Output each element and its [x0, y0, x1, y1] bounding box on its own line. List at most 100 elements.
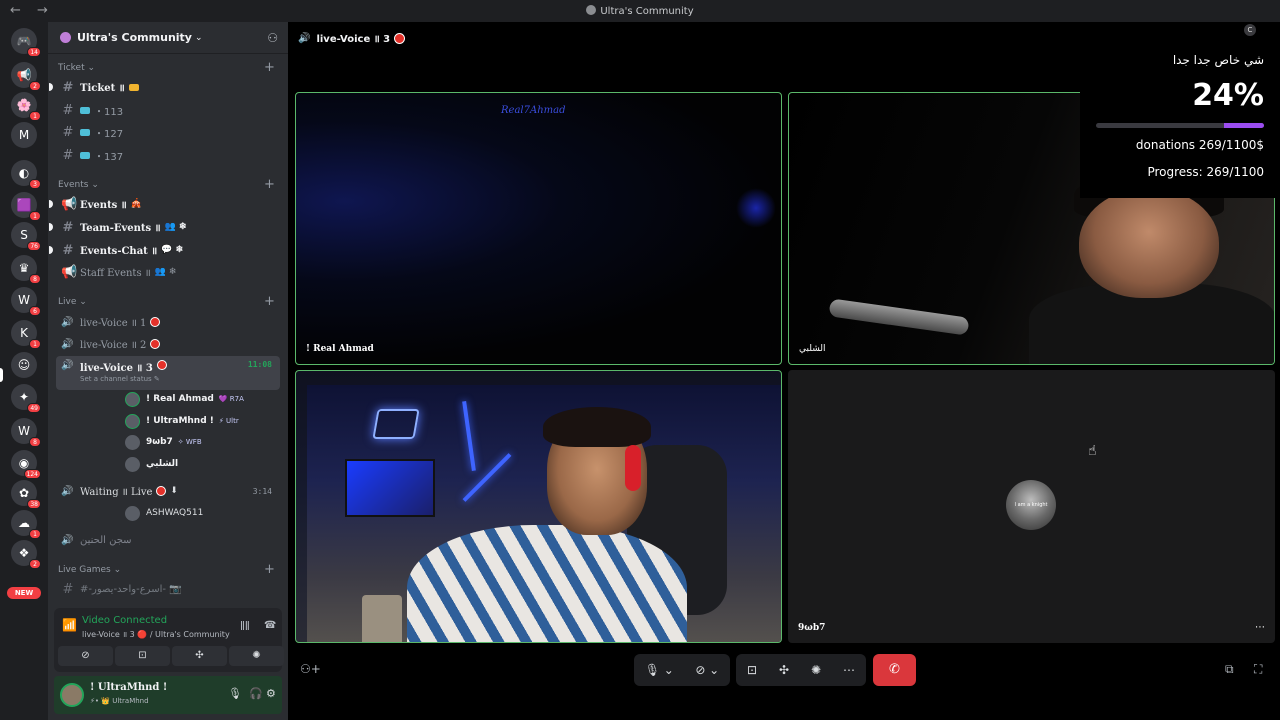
channel-waiting[interactable]: 🔊 Waiting ॥ Live ⬇ 3:14 [56, 481, 280, 501]
server-icon[interactable]: S 76 [11, 222, 41, 251]
server-icon[interactable]: ◉ 124 [11, 450, 41, 479]
mention-badge: 1 [29, 211, 41, 221]
mention-badge: 6 [29, 306, 41, 316]
server-icon[interactable]: 📢 2 [11, 62, 41, 91]
pop-out-icon[interactable]: ⧉ [1225, 662, 1234, 677]
server-icon[interactable]: 🟪 1 [11, 192, 41, 221]
speaker-icon: 🔊 [61, 485, 74, 497]
plus-icon[interactable]: + [264, 177, 275, 192]
more-options-icon[interactable]: ⋯ [1255, 622, 1265, 633]
channel-emoji: 🎪 [130, 199, 143, 209]
channel-label: #-اسرع-واحد-يصور- 📷 [80, 583, 182, 595]
voice-user[interactable]: ASHWAQ511⊘ [125, 503, 323, 523]
ticket-emoji-icon [128, 83, 139, 91]
goal-percent: 24% [1192, 78, 1264, 113]
window-title-text: Ultra's Community [600, 6, 694, 17]
disconnect-icon[interactable]: ☎ [264, 620, 276, 631]
voice-channel-link[interactable]: live-Voice ॥ 3 🔴 / Ultra's Community [82, 629, 230, 640]
megaphone-icon: 📢 [61, 196, 78, 212]
channel-label: سجن الحنين [80, 534, 132, 546]
more-button[interactable]: ⋯ [843, 663, 855, 677]
server-icon[interactable]: ❖ 2 [11, 540, 41, 569]
channel-ticket-127[interactable]: # ・127 [56, 122, 280, 142]
server-icon[interactable]: 🎮 14 [11, 28, 41, 57]
voice-user[interactable]: ! Real Ahmad💜 R7A▬ [125, 389, 324, 409]
channel-ticket-137[interactable]: # ・137 [56, 145, 280, 165]
screen-share-button[interactable]: ⊡ [115, 646, 170, 666]
microphone-icon[interactable]: 🎙 [228, 687, 242, 700]
mention-badge: 1 [29, 339, 41, 349]
channel-status-prompt[interactable]: Set a channel status ✎ [80, 375, 160, 383]
category-live-games[interactable]: Live Games ⌄ + [58, 562, 275, 577]
server-icon[interactable]: ☁ 1 [11, 510, 41, 539]
channel-live-voice-2[interactable]: 🔊 live-Voice ॥ 2 [56, 334, 280, 354]
channel-game[interactable]: # #-اسرع-واحد-يصور- 📷 [56, 579, 280, 599]
fullscreen-icon[interactable]: ⛶ [1254, 662, 1262, 677]
video-tile[interactable] [295, 370, 782, 643]
avatar[interactable] [60, 683, 84, 707]
new-badge[interactable]: NEW [7, 587, 41, 599]
channel-prison[interactable]: 🔊 سجن الحنين [56, 530, 280, 550]
server-icon[interactable]: ♛ 8 [11, 255, 41, 284]
channel-team-events[interactable]: # Team-Events ॥ 👥 ❄ [49, 217, 280, 237]
camera-off-button[interactable]: ⊘ [58, 646, 113, 666]
plus-icon[interactable]: + [264, 562, 275, 577]
voice-user[interactable]: الشلبي▬ [125, 454, 324, 474]
window-title: Ultra's Community [0, 5, 1280, 17]
guild-header[interactable]: Ultra's Community ⌄ ⚇ [48, 22, 288, 54]
invite-people-icon[interactable]: ⚇ [267, 31, 278, 45]
channel-events[interactable]: 📢 Events ॥ 🎪 [49, 194, 280, 214]
live-dot-icon [156, 360, 167, 370]
plus-icon[interactable]: + [264, 60, 275, 75]
category-ticket[interactable]: Ticket ⌄ + [58, 60, 275, 75]
ticket-tag-icon [80, 128, 90, 136]
user-name[interactable]: ! UltraMhnd ! [90, 682, 167, 693]
speaker-icon: 🔊 [61, 316, 74, 328]
channel-ticket-113[interactable]: # ・113 [56, 100, 280, 120]
voice-status[interactable]: Video Connected [82, 615, 167, 626]
plus-icon[interactable]: + [264, 294, 275, 309]
channel-emoji: 👥 ❄ [164, 222, 187, 232]
channel-live-voice-1[interactable]: 🔊 live-Voice ॥ 1 [56, 312, 280, 332]
screen-share-button[interactable]: ⊡ [747, 663, 757, 677]
headphones-icon[interactable]: 🎧 [249, 687, 263, 700]
soundboard-button[interactable]: ✺ [811, 663, 821, 677]
voice-user[interactable]: ! UltraMhnd ! ⚡ Ultr [125, 411, 239, 431]
channel-live-voice-3[interactable]: 🔊 live-Voice ॥ 3 11:08 Set a channel status… [56, 356, 280, 390]
camera-toggle[interactable]: ⊘ ⌄ [695, 663, 719, 677]
participant-name: 9ωb7 [798, 623, 826, 633]
category-events[interactable]: Events ⌄ + [58, 177, 275, 192]
server-icon[interactable]: K1 [11, 320, 41, 349]
monitor [345, 459, 435, 517]
server-icon[interactable]: ☺ [11, 352, 37, 378]
server-icon[interactable]: ◐ 3 [11, 160, 41, 189]
channel-staff-events[interactable]: 📢 Staff Events ॥ 👥 ❄ [56, 262, 280, 282]
channel-ticket[interactable]: # Ticket ॥ [49, 77, 280, 97]
server-icon[interactable]: M [11, 122, 37, 148]
server-icon[interactable]: ✿ 38 [11, 480, 41, 509]
add-user-icon[interactable]: ⚇+ [300, 662, 321, 676]
voice-user[interactable]: 9ωb7 ✧ WFB [125, 432, 202, 452]
leave-call-button[interactable]: ✆ [873, 654, 916, 686]
channel-label: live-Voice ॥ 3 [80, 363, 153, 374]
activities-button[interactable]: ✣ [172, 646, 227, 666]
channel-events-chat[interactable]: # Events-Chat ॥ 💬 ❄ [49, 240, 280, 260]
server-icon[interactable]: W6 [11, 287, 41, 316]
activities-button[interactable]: ✣ [779, 663, 789, 677]
guild-icon [60, 32, 71, 43]
video-tile[interactable]: I am a knight ☝ 9ωb7 ⋯ [788, 370, 1275, 643]
server-icon[interactable]: W8 [11, 418, 41, 447]
server-icon[interactable]: 🌸 1 [11, 92, 41, 121]
microphone-toggle[interactable]: 🎙 ⌄ [645, 663, 674, 677]
gear-icon[interactable]: ⚙ [266, 687, 276, 700]
category-live[interactable]: Live ⌄ + [58, 294, 275, 309]
microphone-arm [828, 298, 970, 336]
video-tile[interactable]: Real7Ahmad ! Real Ahmad [295, 92, 782, 365]
server-icon[interactable]: ✦ 49 [11, 384, 41, 413]
noise-suppression-icon[interactable]: ǁǁ [240, 620, 250, 631]
mention-badge: 14 [27, 47, 41, 57]
soundboard-button[interactable]: ✺ [229, 646, 284, 666]
channel-emoji: 💬 ❄ [161, 245, 184, 255]
goal-progress-bar [1096, 123, 1264, 128]
voice-user-name: الشلبي [146, 459, 179, 469]
